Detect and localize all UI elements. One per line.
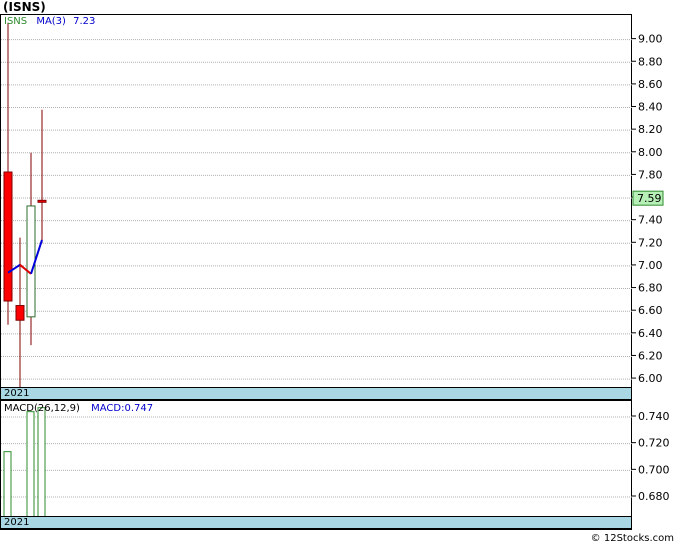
macd-chart bbox=[1, 407, 632, 518]
candle-body bbox=[37, 199, 47, 203]
price-period-label: 2021 bbox=[4, 388, 30, 399]
ma-value: 7.23 bbox=[73, 16, 96, 27]
macd-bar bbox=[26, 411, 35, 518]
candle-body bbox=[15, 305, 25, 321]
macd-legend: MACD(26,12,9) MACD:0.747 bbox=[4, 403, 153, 414]
macd-panel: MACD(26,12,9) MACD:0.747 bbox=[0, 400, 632, 530]
macd-bar bbox=[3, 451, 12, 518]
watermark: © 12Stocks.com bbox=[590, 533, 674, 544]
candle-body bbox=[3, 171, 13, 302]
macd-value: MACD:0.747 bbox=[91, 403, 154, 414]
macd-date-bar: 2021 bbox=[0, 516, 632, 529]
price-chart bbox=[1, 22, 632, 387]
ma-label: MA(3) bbox=[36, 16, 66, 27]
macd-period-label: 2021 bbox=[4, 517, 30, 528]
ticker-label: ISNS bbox=[4, 16, 28, 27]
price-date-bar: 2021 bbox=[0, 387, 632, 400]
price-legend: ISNS MA(3) 7.23 bbox=[4, 16, 95, 27]
macd-bar bbox=[37, 407, 46, 518]
macd-label: MACD(26,12,9) bbox=[4, 403, 80, 414]
chart-title: (ISNS) bbox=[3, 0, 46, 14]
price-panel: ISNS MA(3) 7.23 bbox=[0, 14, 632, 400]
candle-body bbox=[26, 205, 36, 318]
